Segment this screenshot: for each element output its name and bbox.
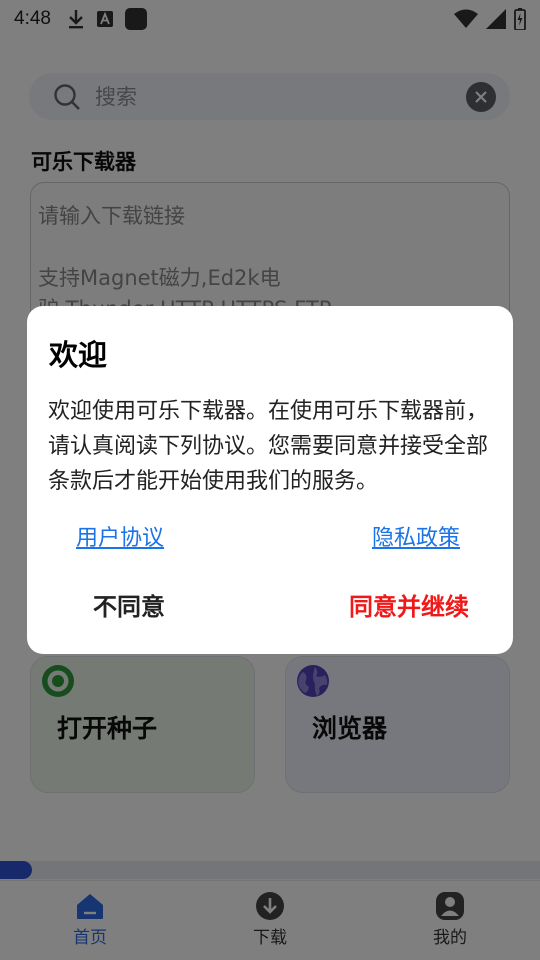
disagree-button[interactable]: 不同意 bbox=[93, 587, 165, 622]
agree-continue-button[interactable]: 同意并继续 bbox=[349, 587, 469, 622]
dialog-title: 欢迎 bbox=[49, 338, 108, 372]
user-agreement-link[interactable]: 用户协议 bbox=[76, 520, 164, 552]
dialog-message: 欢迎使用可乐下载器。在使用可乐下载器前，请认真阅读下列协议。您需要同意并接受全部… bbox=[48, 399, 489, 494]
privacy-policy-link[interactable]: 隐私政策 bbox=[372, 520, 460, 552]
welcome-dialog: 欢迎 欢迎使用可乐下载器。在使用可乐下载器前，请认真阅读下列协议。您需要同意并接… bbox=[27, 306, 513, 654]
